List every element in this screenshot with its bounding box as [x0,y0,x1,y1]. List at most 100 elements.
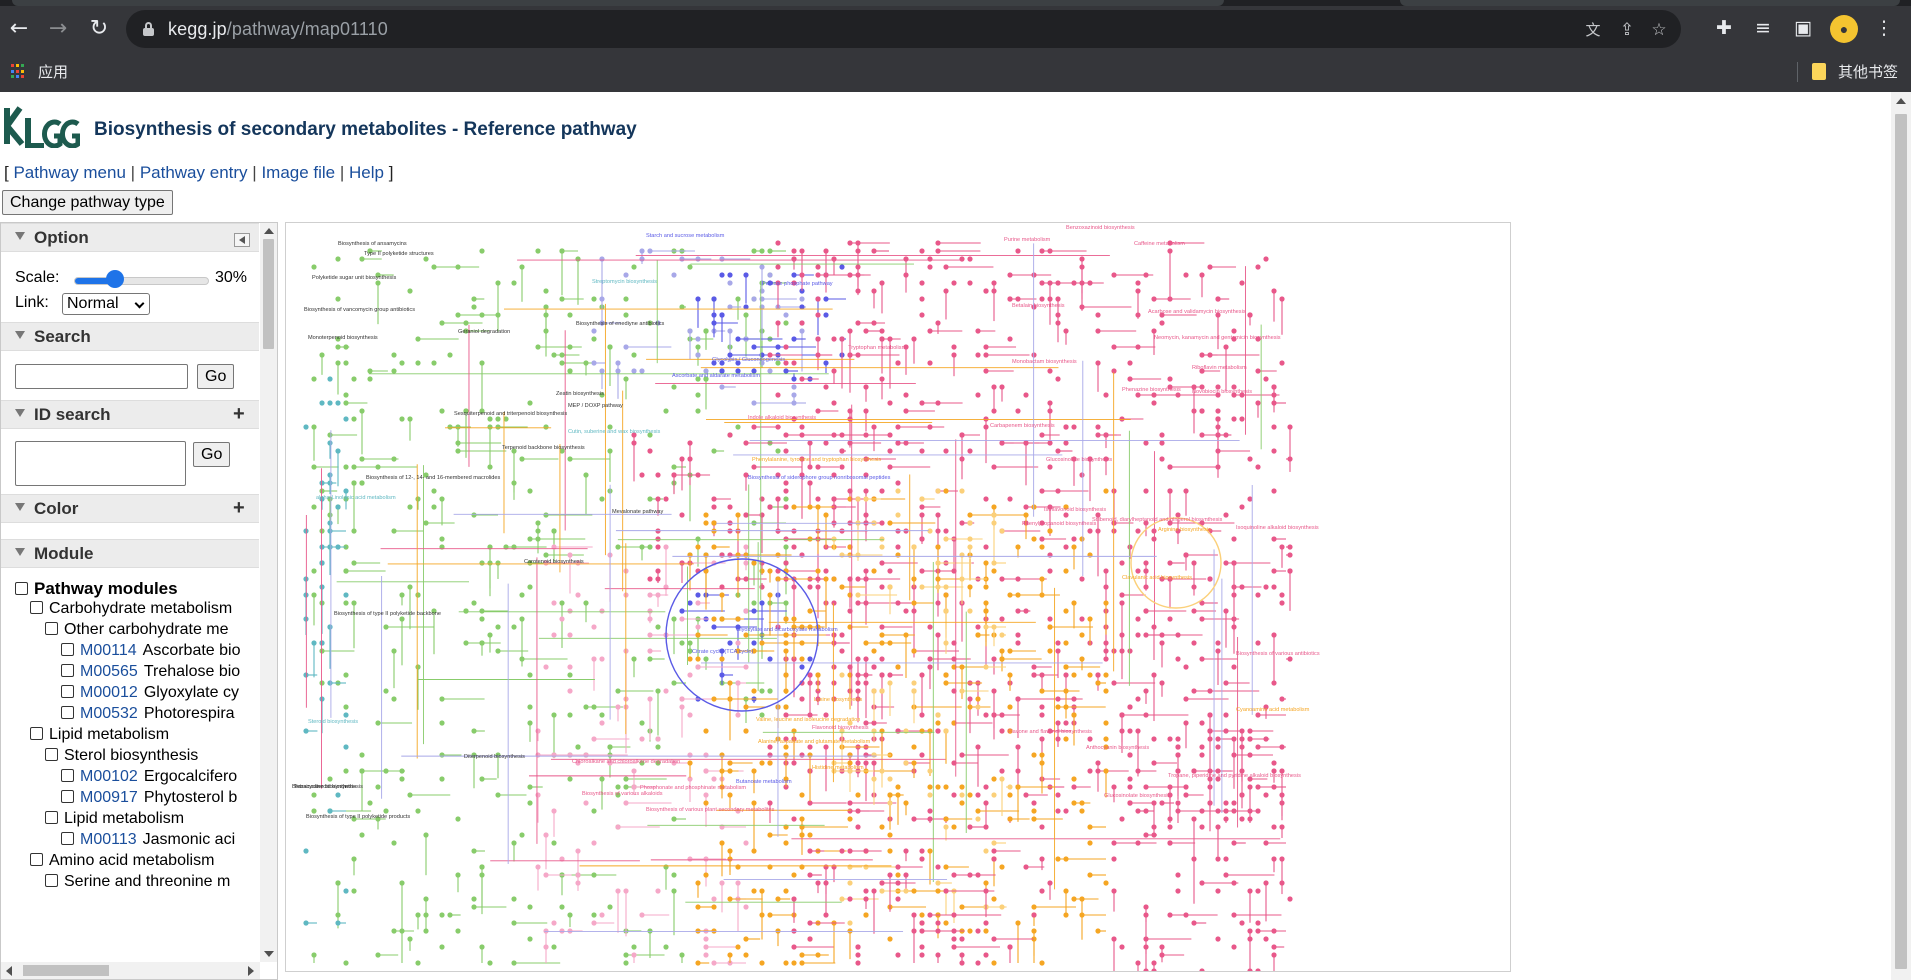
module-checkbox[interactable] [45,622,58,635]
module-category[interactable]: Pathway modules [15,579,178,601]
module-section-header[interactable]: Module [1,539,259,568]
pathway-map[interactable]: Biosynthesis of ansamycins Type II polyke… [285,222,1511,972]
side-panel-icon[interactable]: ▣ [1789,14,1817,42]
compound-node [1015,544,1021,550]
compound-node [1223,712,1229,718]
compound-node [1255,784,1261,790]
module-item[interactable]: M00917 Phytosterol b [61,789,237,811]
active-tab-edge[interactable] [12,0,1224,6]
panel-hscroll-thumb[interactable] [23,965,109,976]
menu-kebab-icon[interactable]: ⋮ [1870,14,1898,42]
pathway-map-image[interactable]: Biosynthesis of ansamycinsType II polyke… [286,223,1511,972]
module-item[interactable]: M00565 Trehalose bio [61,663,240,685]
module-checkbox[interactable] [61,643,74,656]
reload-icon[interactable]: ↻ [82,12,116,46]
module-category[interactable]: Carbohydrate metabolism [30,600,232,622]
module-category[interactable]: Serine and threonine m [45,873,230,895]
kegg-logo[interactable] [4,106,80,148]
panel-scroll-thumb[interactable] [263,239,274,349]
compound-node [631,768,637,774]
module-checkbox[interactable] [30,727,43,740]
url-text[interactable]: kegg.jp/pathway/map01110 [168,19,388,40]
address-bar[interactable]: kegg.jp/pathway/map01110 文 ⇪ ☆ [126,10,1681,48]
module-id-link[interactable]: M00532 [80,705,138,722]
search-go-button[interactable]: Go [197,364,235,389]
pathway-menu-link[interactable]: Pathway menu [13,163,125,182]
page-scroll-thumb[interactable] [1895,114,1907,969]
profile-avatar-icon[interactable]: ● [1830,15,1858,43]
module-item[interactable]: M00102 Ergocalcifero [61,768,237,790]
panel-horizontal-scrollbar[interactable] [1,962,260,979]
image-file-link[interactable]: Image file [261,163,335,182]
module-id-link[interactable]: M00917 [80,789,138,806]
module-id-link[interactable]: M00113 [80,831,137,848]
module-id-link[interactable]: M00565 [80,663,138,680]
module-checkbox[interactable] [45,811,58,824]
search-input[interactable] [15,364,188,389]
module-item[interactable]: M00012 Glyoxylate cy [61,684,239,706]
page-scroll-up-icon[interactable] [1896,98,1906,104]
tab-edge[interactable] [1400,0,1900,6]
module-item[interactable]: M00114 Ascorbate bio [61,642,240,664]
change-pathway-type-button[interactable]: Change pathway type [2,190,173,215]
id-search-go-button[interactable]: Go [193,442,231,467]
color-section-header[interactable]: Color + [1,494,259,523]
lock-icon[interactable] [143,22,154,36]
module-checkbox[interactable] [45,874,58,887]
apps-bookmark[interactable]: 应用 [38,61,68,82]
module-id-link[interactable]: M00114 [80,642,137,659]
id-search-textarea[interactable] [15,441,186,486]
other-bookmarks[interactable]: 其他书签 [1838,61,1898,82]
translate-icon[interactable]: 文 [1582,19,1604,41]
compound-node [1231,616,1237,622]
scroll-down-arrow-icon[interactable] [264,951,274,957]
module-checkbox[interactable] [61,832,74,845]
module-id-link[interactable]: M00102 [80,768,138,785]
module-category[interactable]: Lipid metabolism [45,810,184,832]
module-checkbox[interactable] [61,685,74,698]
module-category[interactable]: Sterol biosynthesis [45,747,198,769]
module-checkbox[interactable] [61,706,74,719]
panel-vertical-scrollbar[interactable] [260,223,277,962]
module-checkbox[interactable] [61,769,74,782]
back-arrow-icon[interactable]: ← [2,12,36,46]
folder-icon[interactable] [1812,63,1826,80]
bookmark-star-icon[interactable]: ☆ [1648,19,1670,41]
link-type-select[interactable]: Normal [62,293,150,315]
help-link[interactable]: Help [349,163,384,182]
module-id-link[interactable]: M00012 [80,684,138,701]
apps-grid-icon[interactable] [11,64,26,79]
module-checkbox[interactable] [30,601,43,614]
scale-slider-thumb[interactable] [105,270,124,288]
scroll-left-arrow-icon[interactable] [6,966,12,976]
scale-slider[interactable] [74,277,209,285]
option-section-header[interactable]: Option [1,223,259,252]
compound-node [887,640,893,646]
module-checkbox[interactable] [30,853,43,866]
forward-arrow-icon[interactable]: → [41,12,75,46]
extensions-puzzle-icon[interactable]: ✚ [1710,14,1738,42]
module-category[interactable]: Amino acid metabolism [30,852,214,874]
module-checkbox[interactable] [45,748,58,761]
module-category[interactable]: Other carbohydrate me [45,621,229,643]
module-checkbox[interactable] [15,582,28,595]
scroll-right-arrow-icon[interactable] [248,966,254,976]
compound-node [911,912,917,918]
collapse-panel-icon[interactable] [234,233,250,247]
expand-plus-icon[interactable]: + [233,403,245,426]
module-item[interactable]: M00113 Jasmonic aci [61,831,235,853]
module-category[interactable]: Lipid metabolism [30,726,169,748]
page-vertical-scrollbar[interactable] [1891,92,1911,980]
module-checkbox[interactable] [61,790,74,803]
share-icon[interactable]: ⇪ [1616,19,1638,41]
compound-node [767,656,773,662]
compound-node [535,248,541,254]
id-search-section-header[interactable]: ID search + [1,400,259,429]
reading-list-icon[interactable]: ≡ [1749,14,1777,42]
scroll-up-arrow-icon[interactable] [264,228,274,234]
expand-plus-icon[interactable]: + [233,497,245,520]
search-section-header[interactable]: Search [1,322,259,351]
module-item[interactable]: M00532 Photorespira [61,705,235,727]
pathway-entry-link[interactable]: Pathway entry [140,163,248,182]
module-checkbox[interactable] [61,664,74,677]
